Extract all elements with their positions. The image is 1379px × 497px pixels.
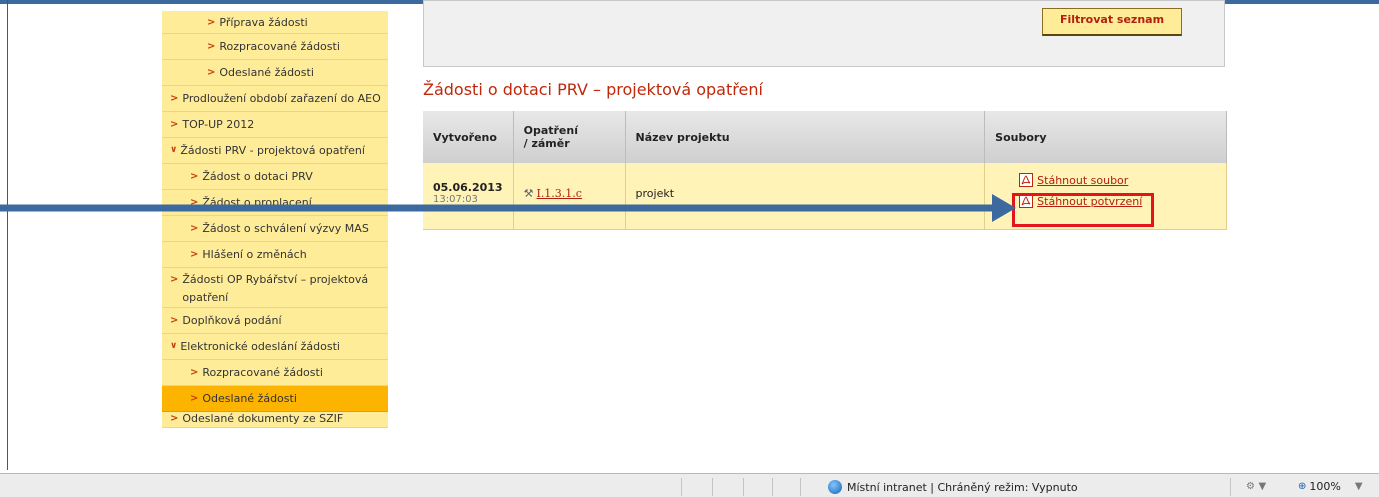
statusbar-divider <box>681 478 682 496</box>
browser-statusbar: Místní intranet | Chráněný režim: Vypnut… <box>0 473 1379 497</box>
annotation-arrow <box>0 194 1016 222</box>
globe-icon <box>828 480 842 494</box>
chevron-down-icon: ▼ <box>1258 481 1267 492</box>
chevron-down-icon: ▼ <box>1354 481 1363 492</box>
statusbar-divider <box>712 478 713 496</box>
statusbar-divider <box>772 478 773 496</box>
security-zone-text: Místní intranet | Chráněný režim: Vypnut… <box>847 480 1078 494</box>
arrow-head <box>992 194 1016 222</box>
settings-dropdown[interactable]: ⚙ ▼ <box>1246 479 1266 492</box>
zoom-icon: ⊕ <box>1298 481 1307 492</box>
zoom-control[interactable]: ⊕ 100% ▼ <box>1298 480 1363 493</box>
statusbar-divider <box>1230 478 1231 496</box>
statusbar-divider <box>800 478 801 496</box>
gear-icon: ⚙ <box>1246 481 1255 492</box>
statusbar-divider <box>743 478 744 496</box>
security-zone[interactable]: Místní intranet | Chráněný režim: Vypnut… <box>828 480 1078 494</box>
zoom-level: 100% <box>1309 480 1341 493</box>
